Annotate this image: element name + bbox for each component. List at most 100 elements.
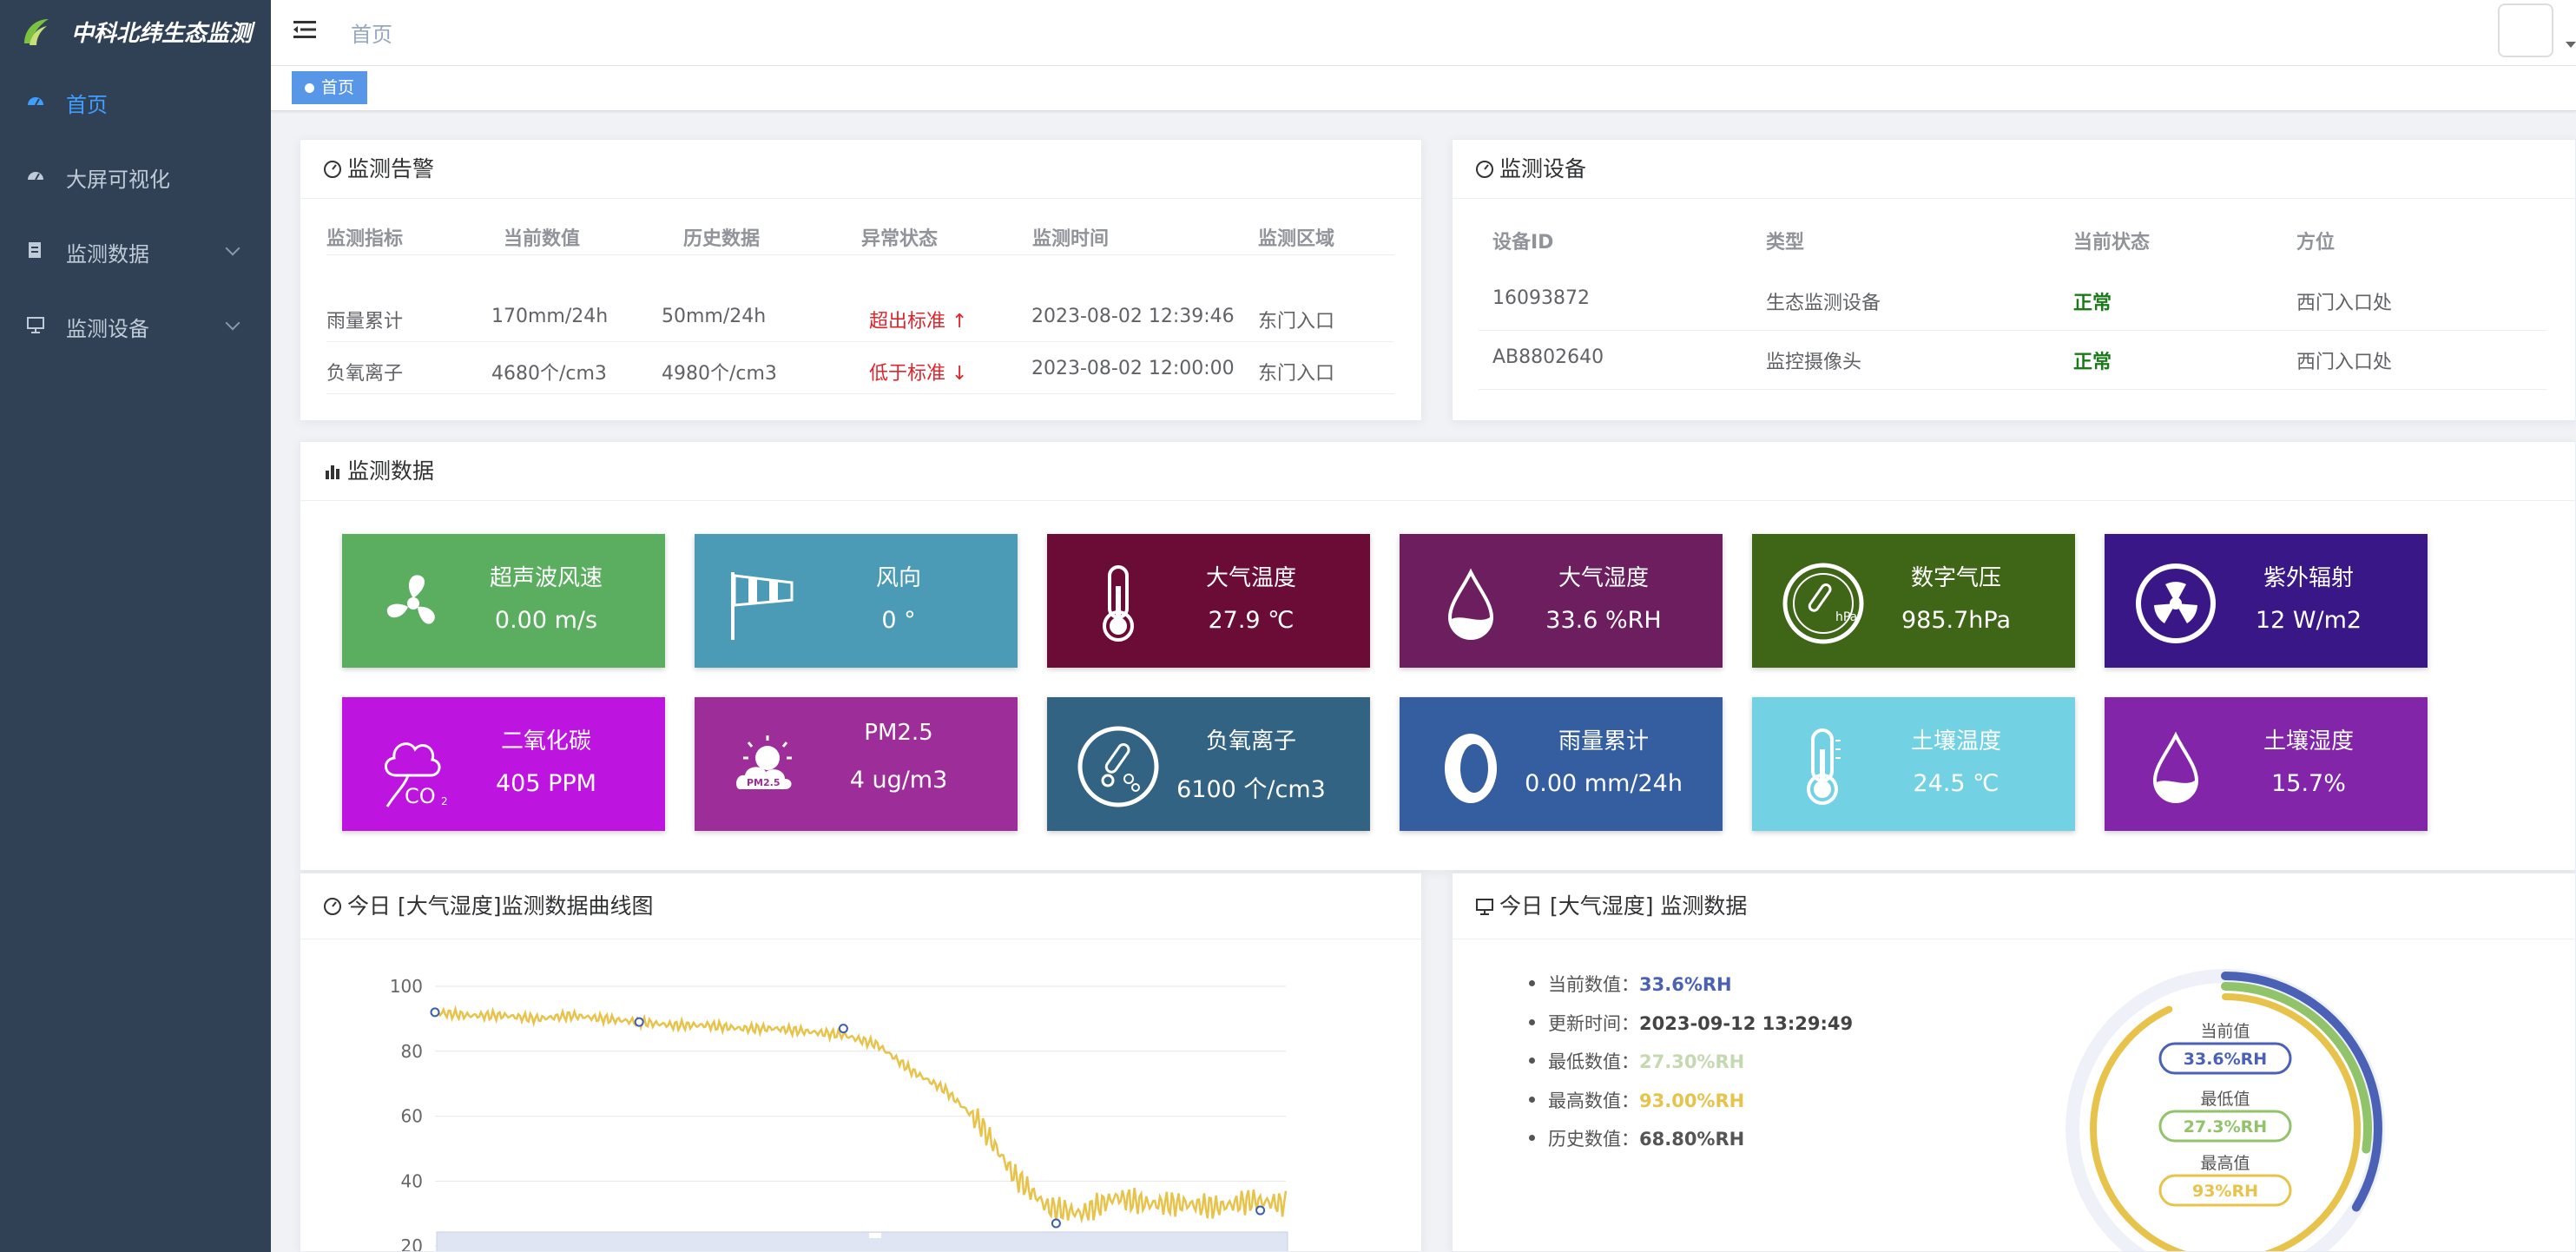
tile-negative-ion[interactable]: 负氧离子 6100 个/cm3 (1047, 697, 1370, 831)
document-icon (29, 242, 41, 258)
sidebar-item-devices[interactable]: 监测设备 (0, 288, 271, 363)
tile-label: 数字气压 (1910, 565, 2001, 591)
stat-value: 2023-09-12 13:29:49 (1639, 1012, 1854, 1034)
datazoom-slider (436, 1231, 1288, 1251)
fan-icon (386, 575, 435, 624)
card-header: 今日 [大气湿度]监测数据曲线图 (300, 873, 1421, 939)
table-row[interactable]: 16093872 生态监测设备 正常 西门入口处 (1479, 272, 2546, 331)
table-row[interactable]: AB8802640 监控摄像头 正常 西门入口处 (1479, 331, 2546, 390)
gauge-icon (324, 160, 341, 178)
y-tick-label: 80 (401, 1041, 423, 1062)
data-point (430, 1007, 440, 1018)
alarm-table: 监测指标 当前数值 历史数据 异常状态 监测时间 监测区域 雨量累计 170mm… (326, 209, 1394, 413)
card-title: 监测告警 (347, 155, 435, 181)
list-item: 当前数值：33.6%RH (1529, 971, 1853, 1010)
alarm-card: 监测告警 监测指标 当前数值 历史数据 异常状态 监测时间 监测区域 雨量累计 … (300, 139, 1422, 421)
app-title: 中科北纬生态监测 (71, 20, 253, 47)
sidebar-item-monitor-data[interactable]: 监测数据 (0, 214, 271, 288)
active-dot-icon (305, 82, 314, 93)
tile-value: 4 ug/m3 (849, 767, 948, 794)
tile-wind-direction[interactable]: 风向 0 ° (695, 534, 1018, 668)
column-header: 监测区域 (1258, 228, 1335, 250)
gauge-min-label: 最低值 (2200, 1090, 2250, 1109)
chevron-down-icon (225, 241, 240, 256)
chevron-down-icon (225, 315, 240, 331)
cell-metric: 雨量累计 (326, 311, 404, 333)
caret-down-icon[interactable] (2566, 42, 2576, 48)
cell-status: 正常 (2073, 352, 2112, 373)
svg-text:2: 2 (441, 795, 448, 807)
devices-card: 监测设备 设备ID 类型 当前状态 方位 16093872 生态监测设备 正常 … (1452, 139, 2576, 421)
list-item: 最低数值：27.30%RH (1529, 1048, 1853, 1087)
monitor-icon (27, 317, 44, 333)
table-row[interactable]: 负氧离子 4680个/cm3 4980个/cm3 低于标准 ↓ 2023-08-… (326, 342, 1394, 394)
tags-view: 首页 (271, 66, 2576, 111)
windsock-icon (731, 572, 794, 640)
cell-current: 4680个/cm3 (491, 363, 607, 385)
tile-value: 33.6 %RH (1545, 607, 1662, 634)
tile-label: 风向 (875, 565, 921, 591)
sidebar-item-label: 监测数据 (66, 242, 149, 267)
y-tick-label: 100 (390, 976, 423, 997)
table-row[interactable]: 雨量累计 170mm/24h 50mm/24h 超出标准 ↑ 2023-08-0… (326, 290, 1394, 342)
cell-area: 东门入口 (1258, 363, 1335, 385)
thermometer-icon (1103, 565, 1134, 642)
y-tick-label: 20 (401, 1236, 423, 1252)
cell-device-id: AB8802640 (1492, 346, 1604, 368)
gauge-min-value: 27.3%RH (2184, 1117, 2267, 1137)
tile-wind-speed[interactable]: 超声波风速 0.00 m/s (342, 534, 665, 668)
tile-label: PM2.5 (864, 720, 933, 746)
humidity-line-chart[interactable]: 20 40 60 80 100 (300, 943, 1422, 1252)
tile-label: 大气温度 (1205, 565, 1296, 591)
tile-soil-humidity[interactable]: 土壤湿度 15.7% (2105, 697, 2428, 831)
tile-air-humidity[interactable]: 大气湿度 33.6 %RH (1400, 534, 1723, 668)
card-header: 监测数据 (300, 442, 2575, 501)
tile-label: 超声波风速 (489, 565, 603, 591)
column-header: 监测指标 (326, 228, 404, 250)
cell-location: 西门入口处 (2296, 352, 2393, 373)
tile-rainfall[interactable]: 雨量累计 0.00 mm/24h (1400, 697, 1723, 831)
bar-chart-icon (326, 465, 339, 479)
sidebar-item-home[interactable]: 首页 (0, 64, 271, 139)
sidebar-item-label: 大屏可视化 (66, 168, 170, 192)
data-point (1255, 1205, 1266, 1216)
soil-droplet-icon (2152, 731, 2199, 803)
cell-history: 4980个/cm3 (662, 363, 777, 385)
tile-value: 6100 个/cm3 (1176, 776, 1326, 803)
sidebar-item-label: 监测设备 (66, 317, 149, 341)
tile-uv[interactable]: 紫外辐射 12 W/m2 (2105, 534, 2428, 668)
cell-status: 超出标准 ↑ (869, 311, 968, 333)
tile-co2[interactable]: CO 2 二氧化碳 405 PPM (342, 697, 665, 831)
column-header: 方位 (2296, 232, 2336, 254)
stat-value: 68.80%RH (1639, 1129, 1745, 1150)
card-header: 今日 [大气湿度] 监测数据 (1453, 873, 2575, 939)
stat-value: 33.6%RH (1639, 974, 1732, 995)
card-header: 监测设备 (1453, 140, 2575, 199)
monitor-icon (1476, 898, 1493, 915)
data-point (634, 1017, 644, 1027)
data-point (1051, 1218, 1061, 1229)
data-point (838, 1024, 848, 1034)
tile-pm25[interactable]: PM2.5 PM2.5 4 ug/m3 (695, 697, 1018, 831)
droplet-icon (1447, 568, 1494, 640)
cell-history: 50mm/24h (662, 306, 767, 327)
tile-soil-temperature[interactable]: 土壤温度 24.5 ℃ (1752, 697, 2075, 831)
cell-time: 2023-08-02 12:00:00 (1031, 358, 1235, 379)
stat-value: 93.00%RH (1639, 1090, 1745, 1111)
sidebar-item-visualization[interactable]: 大屏可视化 (0, 139, 271, 214)
barometer-icon: hPa (1782, 563, 1864, 644)
tile-air-temperature[interactable]: 大气温度 27.9 ℃ (1047, 534, 1370, 668)
svg-text:hPa: hPa (1835, 610, 1857, 624)
column-header: 异常状态 (861, 228, 939, 250)
leaf-logo-icon (24, 19, 49, 45)
column-header: 历史数据 (683, 228, 761, 250)
dashboard-icon (28, 97, 43, 106)
hamburger-menu-icon[interactable] (293, 19, 316, 40)
list-item: 最高数值：93.00%RH (1529, 1087, 1853, 1126)
tile-air-pressure[interactable]: hPa 数字气压 985.7hPa (1752, 534, 2075, 668)
list-item: 历史数值：68.80%RH (1529, 1125, 1853, 1164)
avatar[interactable] (2498, 3, 2553, 57)
column-header: 设备ID (1492, 232, 1554, 254)
cell-status: 低于标准 ↓ (869, 363, 968, 385)
tag-home[interactable]: 首页 (292, 71, 368, 104)
